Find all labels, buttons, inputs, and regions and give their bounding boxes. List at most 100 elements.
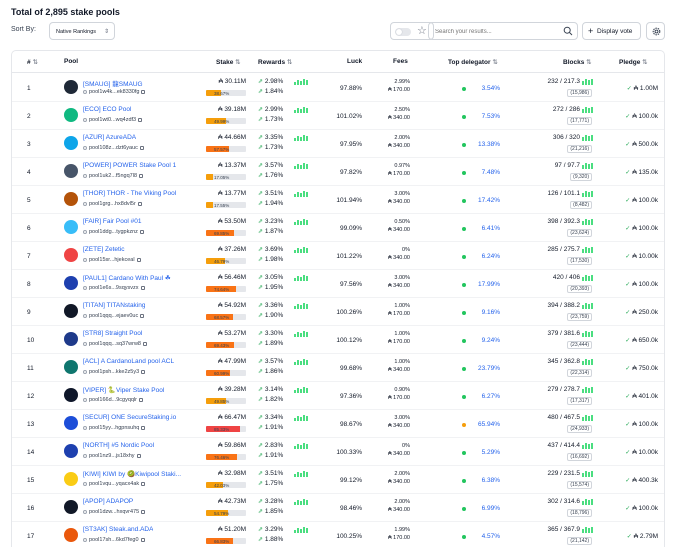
top-delegator-value[interactable]: 7.53% xyxy=(482,113,500,120)
copy-icon[interactable] xyxy=(139,173,144,178)
pool-name-link[interactable]: [NORTH] #5 Nordic Pool xyxy=(83,442,154,449)
pool-name-link[interactable]: [SMAUG] 龍SMAUG xyxy=(83,78,143,88)
table-row[interactable]: 1 [SMAUG] 龍SMAUG pool1w4k...ek8330fg ₳ 30.1… xyxy=(12,74,664,102)
rewards-secondary: ⇗ 1.95% xyxy=(258,284,284,291)
saturation-fill xyxy=(206,174,213,180)
pool-name-link[interactable]: [APOP] ADAPOP xyxy=(83,498,133,505)
pool-logo xyxy=(64,360,78,374)
pledge-value: ✓ ₳ 100.0k xyxy=(625,281,658,288)
pool-name-link[interactable]: [TITAN] TITANstaking xyxy=(83,302,145,309)
settings-button[interactable] xyxy=(646,22,665,40)
pool-name-link[interactable]: [ECO] ECO Pool xyxy=(83,106,131,113)
table-row[interactable]: 2 [ECO] ECO Pool pool1wt0...wq4zdf3 ₳ 39.18… xyxy=(12,102,664,130)
top-delegator-value[interactable]: 23.79% xyxy=(478,365,500,372)
rewards-primary: ⇗ 3.36% xyxy=(258,302,284,309)
pool-name-link[interactable]: [SECUR] ONE SecureStaking.io xyxy=(83,414,176,421)
fees-cell: 2.00% ₳ 340.00 xyxy=(380,471,410,485)
top-delegator-value[interactable]: 13.38% xyxy=(478,141,500,148)
pool-name-link[interactable]: [KIWI] KIWI by 🥝Kiwipool Staki... xyxy=(83,470,181,478)
copy-icon[interactable] xyxy=(141,481,146,486)
pool-name-link[interactable]: [POWER] POWER Stake Pool 1 xyxy=(83,162,176,169)
table-row[interactable]: 14 [NORTH] #5 Nordic Pool pool1nz9...js18x… xyxy=(12,438,664,466)
col-num[interactable]: # ⇅ xyxy=(27,58,38,66)
pool-name-link[interactable]: [VIPER] 🐍Viper Stake Pool xyxy=(83,386,164,394)
top-delegator-value[interactable]: 4.57% xyxy=(482,533,500,540)
pool-name-link[interactable]: [FAIR] Fair Pool #01 xyxy=(83,218,142,225)
table-row[interactable]: 10 [STR8] Straight Pool pool1qqq...sq37wrw… xyxy=(12,326,664,354)
pool-name-link[interactable]: [THOR] THOR - The Viking Pool xyxy=(83,190,176,197)
top-delegator-value[interactable]: 6.24% xyxy=(482,253,500,260)
table-row[interactable]: 13 [SECUR] ONE SecureStaking.io pool15yy..… xyxy=(12,410,664,438)
copy-icon[interactable] xyxy=(140,537,145,542)
copy-icon[interactable] xyxy=(139,145,144,150)
search-icon[interactable] xyxy=(563,26,573,36)
col-pledge[interactable]: Pledge ⇅ xyxy=(619,58,648,66)
copy-icon[interactable] xyxy=(136,257,141,262)
top-delegator-value[interactable]: 65.94% xyxy=(478,421,500,428)
display-vote-button[interactable]: + Display vote xyxy=(582,22,641,40)
copy-icon[interactable] xyxy=(142,341,147,346)
copy-icon[interactable] xyxy=(140,313,145,318)
plus-icon: + xyxy=(588,26,594,36)
search-box[interactable] xyxy=(428,22,578,40)
pool-name-link[interactable]: [ACL] A CardanoLand pool ACL xyxy=(83,358,174,365)
top-delegator-value[interactable]: 17.42% xyxy=(478,197,500,204)
table-row[interactable]: 15 [KIWI] KIWI by 🥝Kiwipool Staki... pool1… xyxy=(12,466,664,494)
star-icon[interactable]: ☆ xyxy=(417,24,427,38)
blocks-sparkbars xyxy=(582,107,594,113)
copy-icon[interactable] xyxy=(137,201,142,206)
top-delegator-value[interactable]: 6.38% xyxy=(482,477,500,484)
pool-id-icon xyxy=(83,509,87,514)
copy-icon[interactable] xyxy=(141,509,146,514)
sort-select[interactable]: Native Rankings ⇕ xyxy=(49,22,115,40)
rewards-primary: ⇗ 3.14% xyxy=(258,386,284,393)
luck-value: 101.02% xyxy=(336,113,362,120)
table-row[interactable]: 17 [ST3AK] Steak.and.ADA pool17sh...6kd7fe… xyxy=(12,522,664,547)
top-delegator-value[interactable]: 9.16% xyxy=(482,309,500,316)
check-icon: ✓ xyxy=(625,366,631,372)
blocks-value: 345 / 362.8 xyxy=(547,358,580,365)
copy-icon[interactable] xyxy=(141,369,146,374)
copy-icon[interactable] xyxy=(141,425,146,430)
copy-icon[interactable] xyxy=(140,285,145,290)
pool-name-link[interactable]: [ST3AK] Steak.and.ADA xyxy=(83,526,153,533)
delegator-status-dot xyxy=(462,395,466,399)
rewards-primary: ⇗ 3.69% xyxy=(258,246,284,253)
pool-name-link[interactable]: [ZETE] Zetetic xyxy=(83,246,125,253)
top-delegator-value[interactable]: 17.99% xyxy=(478,281,500,288)
table-row[interactable]: 8 [PAUL1] Cardano With Paul ☘ pool1e6s...9… xyxy=(12,270,664,298)
table-row[interactable]: 12 [VIPER] 🐍Viper Stake Pool pool166d...9c… xyxy=(12,382,664,410)
pool-name-link[interactable]: [PAUL1] Cardano With Paul ☘ xyxy=(83,274,171,282)
table-row[interactable]: 7 [ZETE] Zetetic pool15sr...hjekceal ₳ 37.2… xyxy=(12,242,664,270)
top-delegator-value[interactable]: 5.29% xyxy=(482,449,500,456)
top-delegator-value[interactable]: 9.24% xyxy=(482,337,500,344)
col-top-delegator[interactable]: Top delegator ⇅ xyxy=(448,58,498,66)
table-row[interactable]: 11 [ACL] A CardanoLand pool ACL pool1psh..… xyxy=(12,354,664,382)
table-row[interactable]: 5 [THOR] THOR - The Viking Pool pool1grg..… xyxy=(12,186,664,214)
table-row[interactable]: 6 [FAIR] Fair Pool #01 pool1ddg...tygpkznz… xyxy=(12,214,664,242)
top-delegator-value[interactable]: 6.99% xyxy=(482,505,500,512)
pool-name-link[interactable]: [AZUR] AzureADA xyxy=(83,134,136,141)
col-rewards[interactable]: Rewards ⇅ xyxy=(258,58,292,66)
col-stake[interactable]: Stake ⇅ xyxy=(216,58,241,66)
table-row[interactable]: 9 [TITAN] TITANstaking pool1qqq...ejaev0uc… xyxy=(12,298,664,326)
copy-icon[interactable] xyxy=(139,229,144,234)
copy-icon[interactable] xyxy=(136,453,141,458)
pool-name-link[interactable]: [STR8] Straight Pool xyxy=(83,330,142,337)
copy-icon[interactable] xyxy=(141,89,146,94)
top-delegator-value[interactable]: 6.41% xyxy=(482,225,500,232)
top-delegator-value[interactable]: 3.54% xyxy=(482,85,500,92)
search-input[interactable] xyxy=(435,29,555,35)
stake-value: ₳ 53.27M xyxy=(218,330,246,337)
pledge-value: ✓ ₳ 100.0k xyxy=(625,505,658,512)
top-delegator-value[interactable]: 6.27% xyxy=(482,393,500,400)
copy-icon[interactable] xyxy=(139,397,144,402)
fee-fixed: ₳ 340.00 xyxy=(387,227,410,233)
top-delegator-value[interactable]: 7.48% xyxy=(482,169,500,176)
col-blocks[interactable]: Blocks ⇅ xyxy=(563,58,592,66)
table-row[interactable]: 16 [APOP] ADAPOP pool1dzw...hxqvr475 ₳ 42.7… xyxy=(12,494,664,522)
table-row[interactable]: 4 [POWER] POWER Stake Pool 1 pool1uk2...f5… xyxy=(12,158,664,186)
table-row[interactable]: 3 [AZUR] AzureADA pool108z...dzt6yauc ₳ 44.… xyxy=(12,130,664,158)
copy-icon[interactable] xyxy=(138,117,143,122)
blocks-value: 365 / 367.9 xyxy=(547,526,580,533)
